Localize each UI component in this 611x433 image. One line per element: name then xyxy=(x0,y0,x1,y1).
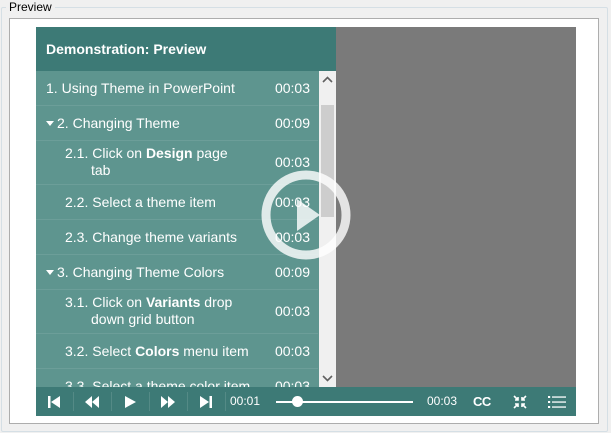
outline-item-title: 2. Changing Theme xyxy=(46,115,180,132)
current-time: 00:01 xyxy=(230,394,261,408)
outline-item-title: 1. Using Theme in PowerPoint xyxy=(46,80,235,97)
play-circle-icon xyxy=(261,170,351,260)
rewind-icon xyxy=(85,395,99,408)
outline-item-title: 3.3. Select a theme color item xyxy=(65,378,250,387)
total-time: 00:03 xyxy=(427,394,458,408)
preview-groupbox-title: Preview xyxy=(6,0,55,14)
outline-item-number: 3. xyxy=(57,264,73,280)
closed-captions-button[interactable]: CC xyxy=(473,387,491,416)
outline-item-title: 3.2. Select Colors menu item xyxy=(65,343,249,360)
skip-to-end-icon xyxy=(200,395,212,408)
outline-item-duration: 00:09 xyxy=(274,115,310,131)
outline-item-duration: 00:03 xyxy=(274,303,310,319)
outline-item-title: 2.1. Click on Design page tab xyxy=(65,145,228,179)
outline-item-text-line2: tab xyxy=(91,162,111,178)
outline-toggle-button[interactable] xyxy=(542,387,572,416)
outline-item-number: 2.1. xyxy=(65,145,93,161)
player-control-bar: 00:01 00:03 CC xyxy=(36,387,576,416)
outline-item-number: 3.2. xyxy=(65,343,93,359)
outline-item[interactable]: 3.3. Select a theme color item 00:03 xyxy=(36,369,318,387)
big-play-button[interactable] xyxy=(258,167,354,263)
collapse-icon xyxy=(513,394,527,409)
outline-item[interactable]: 1. Using Theme in PowerPoint 00:03 xyxy=(36,71,318,106)
outline-item-text: 2.3. Change theme variants xyxy=(65,229,238,245)
outline-item-text-line2: down grid button xyxy=(91,311,195,327)
control-separator xyxy=(225,392,226,411)
outline-item-text: 2.1. Click on Design page xyxy=(65,145,228,161)
outline-item-title: 3.1. Click on Variants drop down grid but… xyxy=(65,294,232,328)
outline-item-number: 3.3. xyxy=(65,378,93,387)
outline-item-title: 2.3. Change theme variants xyxy=(65,229,237,246)
outline-item-text: 1. Using Theme in PowerPoint xyxy=(46,80,235,96)
outline-item-duration: 00:03 xyxy=(274,378,310,387)
expand-caret-icon[interactable] xyxy=(46,120,54,126)
outline-item[interactable]: 3.2. Select Colors menu item 00:03 xyxy=(36,334,318,369)
outline-item-text: 3. Changing Theme Colors xyxy=(57,264,225,280)
outline-item-title: 3. Changing Theme Colors xyxy=(46,264,224,281)
go-to-end-button[interactable] xyxy=(188,387,224,416)
exit-fullscreen-button[interactable] xyxy=(506,387,534,416)
video-area[interactable] xyxy=(336,27,576,387)
outline-item-text: 3.2. Select Colors menu item xyxy=(65,343,249,359)
outline-item[interactable]: 3.1. Click on Variants drop down grid but… xyxy=(36,290,318,334)
outline-item-duration: 00:09 xyxy=(274,264,310,280)
outline-item-text: 2.2. Select a theme item xyxy=(65,194,216,210)
outline-item-title: 2.2. Select a theme item xyxy=(65,194,216,211)
play-button[interactable] xyxy=(112,387,148,416)
expand-caret-icon[interactable] xyxy=(46,269,54,275)
video-player: Demonstration: Preview 1. Using Theme in… xyxy=(36,27,576,416)
go-to-start-button[interactable] xyxy=(36,387,72,416)
scroll-up-button[interactable] xyxy=(319,71,336,88)
seek-knob[interactable] xyxy=(292,396,304,407)
outline-item-duration: 00:03 xyxy=(274,80,310,96)
outline-item-number: 2.2. xyxy=(65,194,93,210)
chevron-down-icon xyxy=(322,375,333,382)
fast-forward-button[interactable] xyxy=(150,387,186,416)
outline-item-number: 3.1. xyxy=(65,294,93,310)
play-icon xyxy=(124,395,136,408)
outline-item[interactable]: 2. Changing Theme 00:09 xyxy=(36,106,318,141)
outline-item-text: 3.3. Select a theme color item xyxy=(65,378,250,387)
outline-item-number: 1. xyxy=(46,80,62,96)
skip-to-start-icon xyxy=(48,395,60,408)
outline-item-number: 2. xyxy=(57,115,73,131)
list-icon xyxy=(548,395,566,408)
chevron-up-icon xyxy=(322,76,333,83)
fast-forward-icon xyxy=(161,395,175,408)
outline-header-title: Demonstration: Preview xyxy=(36,27,336,71)
outline-item-text: 2. Changing Theme xyxy=(57,115,180,131)
outline-item-text: 3.1. Click on Variants drop xyxy=(65,294,233,310)
outline-item-duration: 00:03 xyxy=(274,343,310,359)
rewind-button[interactable] xyxy=(74,387,110,416)
outline-item-number: 2.3. xyxy=(65,229,93,245)
scroll-down-button[interactable] xyxy=(319,370,336,387)
